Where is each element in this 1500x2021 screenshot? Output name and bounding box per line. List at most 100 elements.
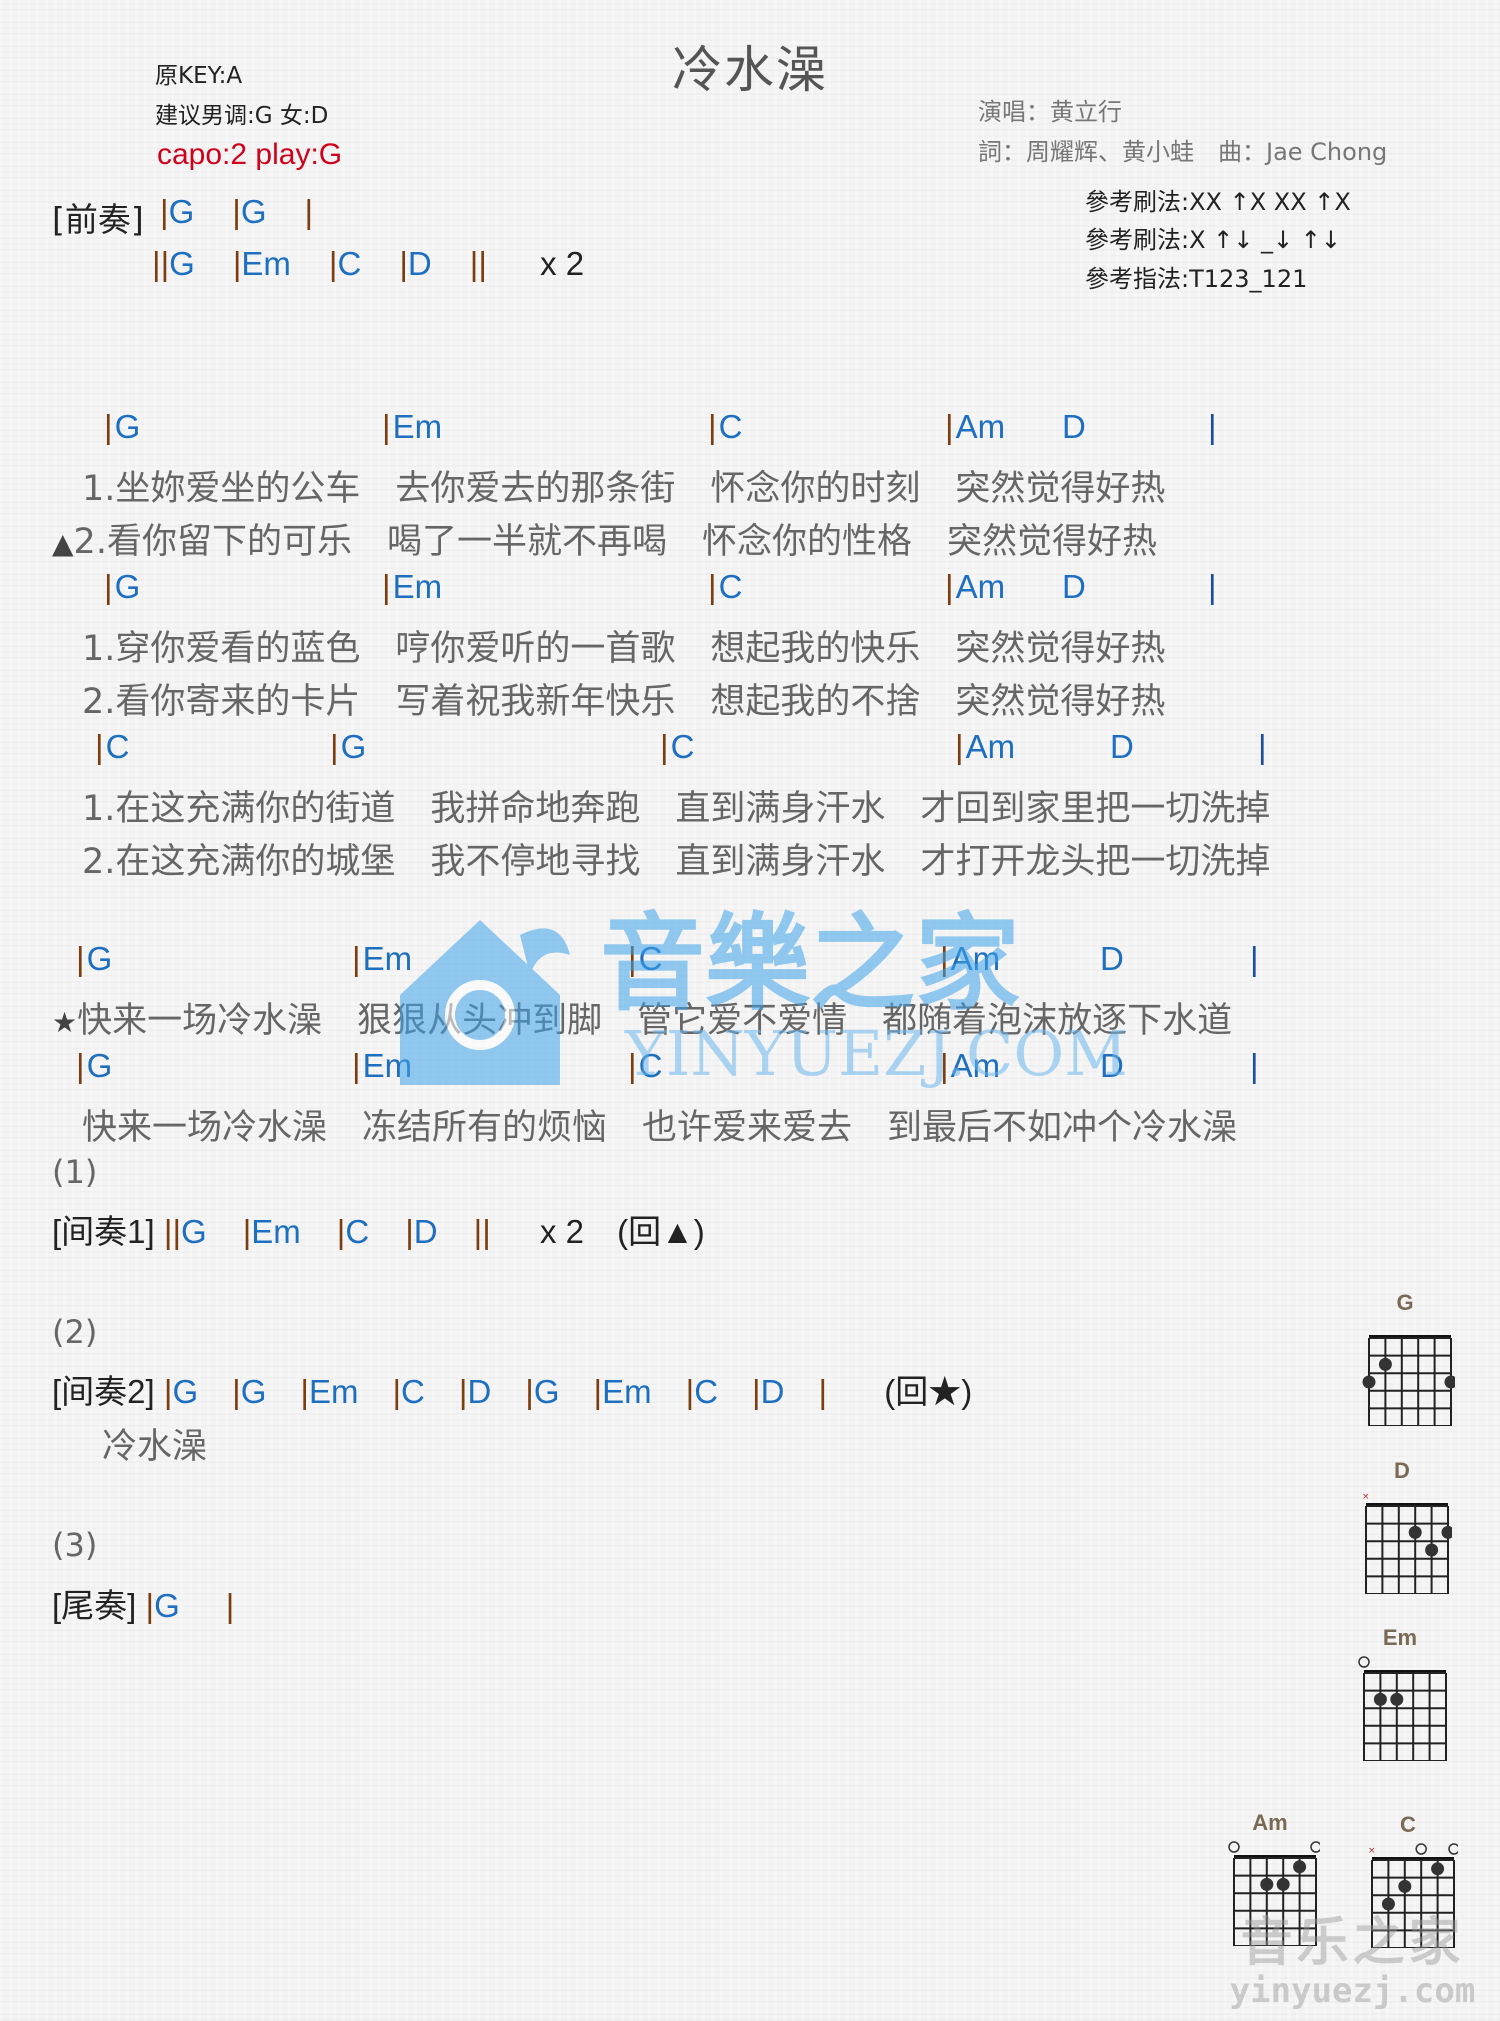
chord-name: G bbox=[86, 940, 113, 977]
outro-line: [尾奏] |G | bbox=[52, 1579, 280, 1627]
lyric-line: 1.坐妳爱坐的公车 去你爱去的那条街 怀念你的时刻 突然觉得好热 bbox=[82, 460, 1165, 511]
bar-line: | bbox=[405, 1213, 414, 1250]
interlude1-label: [间奏1] bbox=[52, 1213, 155, 1250]
lyric-line: ▲2.看你留下的可乐 喝了一半就不再喝 怀念你的性格 突然觉得好热 bbox=[52, 513, 1157, 564]
verse-chord-row: |C |G |C |Am D | bbox=[0, 728, 1500, 768]
bar-line: | bbox=[752, 1373, 761, 1410]
chord-name: D bbox=[1100, 1047, 1124, 1084]
lyric-text: 2.看你寄来的卡片 写着祝我新年快乐 想起我的不捨 突然觉得好热 bbox=[82, 682, 1166, 722]
chord-diagram-c: C × bbox=[1358, 1812, 1460, 1952]
finger-dot bbox=[1431, 1862, 1445, 1876]
finger-dot bbox=[1276, 1877, 1290, 1891]
lyric-text: 快来一场冷水澡 狠狠从头冲到脚 管它爱不爱情 都随着泡沫放逐下水道 bbox=[77, 1001, 1233, 1041]
chord-name: Em bbox=[392, 408, 443, 445]
interlude2-lyric: 冷水澡 bbox=[102, 1427, 208, 1467]
finger-dot bbox=[1362, 1375, 1376, 1389]
fretboard-grid bbox=[1228, 1841, 1322, 1947]
chord-symbol: G bbox=[240, 1373, 267, 1410]
lyric-line: 1.在这充满你的街道 我拼命地奔跑 直到满身汗水 才回到家里把一切洗掉 bbox=[82, 780, 1270, 831]
chord-name: Em bbox=[362, 940, 413, 977]
chord-symbol: G bbox=[168, 193, 195, 230]
finger-dot bbox=[1390, 1692, 1404, 1706]
bar-line: | bbox=[330, 728, 339, 765]
interlude2-line: [间奏2] |G |G |Em |C |D |G |Em |C |D | (回★) bbox=[52, 1365, 972, 1413]
finger-dot bbox=[1381, 1897, 1395, 1911]
bar-line: | bbox=[685, 1373, 695, 1410]
lyric-line: 1.穿你爱看的蓝色 哼你爱听的一首歌 想起我的快乐 突然觉得好热 bbox=[82, 620, 1165, 671]
finger-dot bbox=[1378, 1357, 1392, 1371]
bar-line: | bbox=[300, 1373, 309, 1410]
intro-label: [前奏] bbox=[52, 200, 144, 239]
bar-line: | bbox=[145, 1587, 155, 1624]
chord-measure: |G bbox=[232, 1373, 266, 1410]
chord-symbol: Em bbox=[602, 1373, 652, 1410]
star-marker-icon: ★ bbox=[52, 1006, 78, 1039]
interlude1-number: (1) bbox=[52, 1153, 98, 1191]
chord-measure: || bbox=[470, 245, 487, 282]
singer: 演唱：黄立行 bbox=[978, 98, 1122, 126]
bar-line: | bbox=[225, 1587, 235, 1624]
chord-symbol: |Em bbox=[382, 408, 442, 446]
chord-symbol: |C bbox=[628, 1047, 662, 1085]
chord-diagram-name: Am bbox=[1252, 1810, 1288, 1835]
bar-line: | bbox=[232, 1373, 241, 1410]
finger-dot bbox=[1398, 1879, 1412, 1893]
end-bar-line: | bbox=[1258, 728, 1267, 765]
chord-measure: |C bbox=[337, 1213, 369, 1250]
muted-string-icon: × bbox=[1362, 1492, 1370, 1502]
chord-measure: |G bbox=[164, 1373, 198, 1410]
chord-symbol: C bbox=[345, 1213, 370, 1250]
open-string-icon bbox=[1310, 1841, 1322, 1853]
chord-name: C bbox=[105, 728, 130, 765]
lyric-text: 1.坐妳爱坐的公车 去你爱去的那条街 怀念你的时刻 突然觉得好热 bbox=[82, 469, 1166, 509]
chord-measure: |D bbox=[405, 1213, 437, 1250]
fretboard-grid bbox=[1362, 1335, 1458, 1427]
chord-diagram-name: D bbox=[1394, 1458, 1410, 1483]
chord-measure: |G bbox=[525, 1373, 559, 1410]
finger-dot bbox=[1441, 1525, 1455, 1539]
bar-line: | bbox=[955, 728, 964, 765]
chord-symbol: G bbox=[169, 245, 195, 282]
suggested-key: 建议男调:G 女:D bbox=[155, 103, 329, 129]
lyric-text: 快来一场冷水澡 冻结所有的烦恼 也许爱来爱去 到最后不如冲个冷水澡 bbox=[82, 1108, 1238, 1148]
chord-symbol: Em bbox=[241, 245, 291, 282]
chord-symbol: |Am bbox=[955, 728, 1015, 766]
bar-line: | bbox=[399, 245, 408, 282]
chord-symbol: |Em bbox=[352, 940, 412, 978]
chord-measure: ||G bbox=[164, 1213, 207, 1250]
interlude1-repeat: x 2 bbox=[539, 1213, 584, 1250]
finger-dot bbox=[1293, 1860, 1307, 1874]
bar-line: | bbox=[392, 1373, 402, 1410]
chord-symbol: D bbox=[1100, 940, 1124, 978]
chord-name: D bbox=[1062, 408, 1086, 445]
bar-line: || bbox=[473, 1213, 491, 1250]
chord-measure: |C bbox=[392, 1373, 424, 1410]
fretboard-grid bbox=[1358, 1656, 1447, 1762]
bar-line: | bbox=[945, 408, 954, 445]
chord-symbol: |C bbox=[628, 940, 662, 978]
bar-line: | bbox=[232, 193, 241, 230]
bar-line: | bbox=[382, 568, 391, 605]
chord-symbol: |Em bbox=[382, 568, 442, 606]
bar-line: | bbox=[76, 940, 85, 977]
interlude1-note: (回▲) bbox=[617, 1213, 705, 1250]
chord-name: Em bbox=[362, 1047, 413, 1084]
chord-name: D bbox=[1062, 568, 1086, 605]
chord-symbol: |Am bbox=[945, 408, 1005, 446]
finger-dot bbox=[1408, 1525, 1422, 1539]
finger-dot bbox=[1425, 1543, 1439, 1557]
chord-symbol: C bbox=[401, 1373, 425, 1410]
chord-symbol: |C bbox=[708, 408, 742, 446]
chord-name: G bbox=[114, 568, 141, 605]
finger-dot bbox=[1260, 1877, 1274, 1891]
bar-line: || bbox=[152, 245, 170, 282]
intro-line-1: |G |G | bbox=[160, 193, 351, 231]
chord-measure: |Em bbox=[243, 1213, 301, 1250]
chord-symbol: Em bbox=[308, 1373, 359, 1410]
bar-line: || bbox=[163, 1213, 182, 1250]
chord-symbol: |Am bbox=[940, 1047, 1000, 1085]
bar-line: | bbox=[76, 1047, 85, 1084]
chord-symbol: D bbox=[413, 1213, 438, 1250]
chord-name: C bbox=[718, 408, 743, 445]
chord-name: C bbox=[718, 568, 743, 605]
